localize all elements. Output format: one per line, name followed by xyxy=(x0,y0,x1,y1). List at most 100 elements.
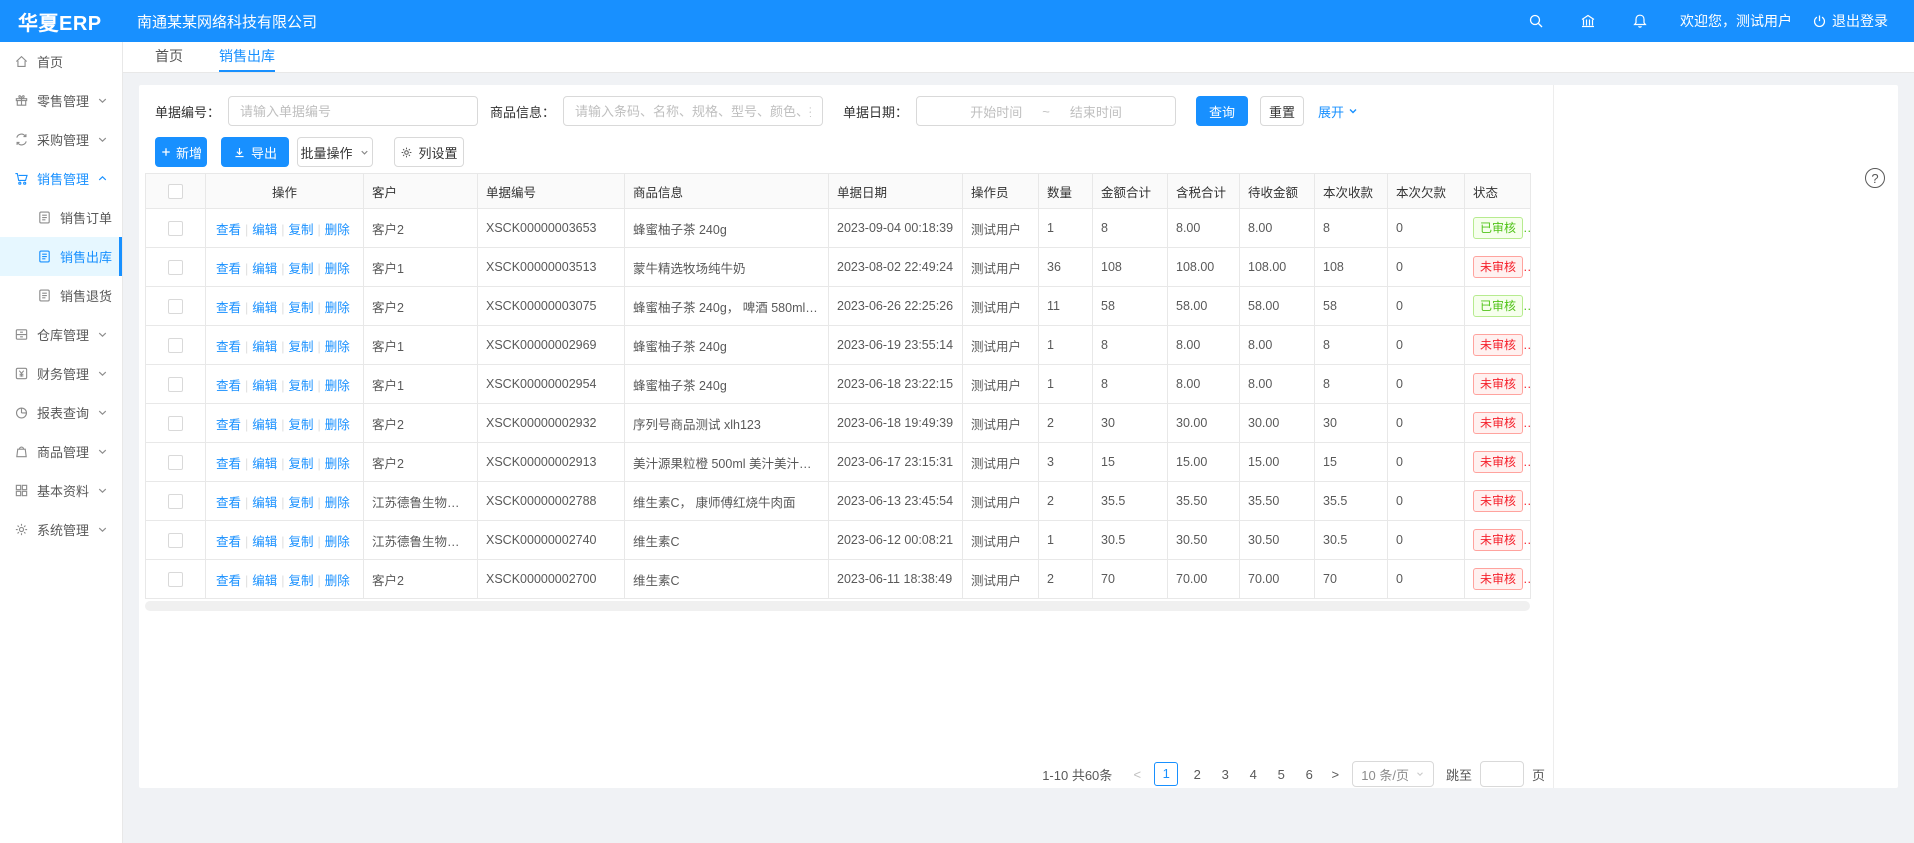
row-checkbox[interactable] xyxy=(168,260,183,275)
delete-link[interactable]: 删除 xyxy=(325,496,350,510)
product-info-input[interactable] xyxy=(563,96,823,126)
view-link[interactable]: 查看 xyxy=(216,301,241,315)
edit-link[interactable]: 编辑 xyxy=(252,496,277,510)
edit-link[interactable]: 编辑 xyxy=(252,574,277,588)
jump-to-input[interactable] xyxy=(1480,761,1524,787)
view-link[interactable]: 查看 xyxy=(216,379,241,393)
copy-link[interactable]: 复制 xyxy=(289,418,314,432)
view-link[interactable]: 查看 xyxy=(216,457,241,471)
prev-page-button[interactable]: < xyxy=(1128,767,1146,782)
column-settings-button[interactable]: 列设置 xyxy=(394,137,464,167)
link-separator: | xyxy=(281,223,284,237)
delete-link[interactable]: 删除 xyxy=(325,262,350,276)
date-range-picker[interactable]: 开始时间 ~ 结束时间 xyxy=(916,96,1176,126)
sidebar-item-零售管理[interactable]: 零售管理 xyxy=(0,81,122,120)
delete-link[interactable]: 删除 xyxy=(325,574,350,588)
delete-link[interactable]: 删除 xyxy=(325,535,350,549)
next-page-button[interactable]: > xyxy=(1326,767,1344,782)
sidebar-item-销售退货[interactable]: 销售退货 xyxy=(0,276,122,315)
row-checkbox[interactable] xyxy=(168,494,183,509)
sidebar-item-首页[interactable]: 首页 xyxy=(0,42,122,81)
page-size-select[interactable]: 10 条/页 xyxy=(1352,761,1434,787)
view-link[interactable]: 查看 xyxy=(216,574,241,588)
sidebar-item-销售订单[interactable]: 销售订单 xyxy=(0,198,122,237)
actions-cell: 查看|编辑|复制|删除 xyxy=(206,326,364,365)
copy-link[interactable]: 复制 xyxy=(289,301,314,315)
search-button[interactable]: 查询 xyxy=(1196,96,1248,126)
help-icon[interactable]: ? xyxy=(1865,168,1885,188)
export-button[interactable]: 导出 xyxy=(221,137,289,167)
table-row: 查看|编辑|复制|删除客户2XSCK00000003653蜂蜜柚子茶 240g2… xyxy=(146,209,1531,248)
edit-link[interactable]: 编辑 xyxy=(252,223,277,237)
edit-link[interactable]: 编辑 xyxy=(252,535,277,549)
row-checkbox[interactable] xyxy=(168,455,183,470)
copy-link[interactable]: 复制 xyxy=(289,379,314,393)
logout-button[interactable]: 退出登录 xyxy=(1812,11,1888,31)
copy-link[interactable]: 复制 xyxy=(289,535,314,549)
copy-link[interactable]: 复制 xyxy=(289,340,314,354)
edit-link[interactable]: 编辑 xyxy=(252,379,277,393)
delete-link[interactable]: 删除 xyxy=(325,418,350,432)
edit-link[interactable]: 编辑 xyxy=(252,418,277,432)
sidebar-item-仓库管理[interactable]: 仓库管理 xyxy=(0,315,122,354)
cell-operator: 测试用户 xyxy=(963,521,1039,560)
edit-link[interactable]: 编辑 xyxy=(252,457,277,471)
bill-no-input[interactable] xyxy=(228,96,478,126)
view-link[interactable]: 查看 xyxy=(216,223,241,237)
page-number-4[interactable]: 4 xyxy=(1244,767,1262,782)
sidebar-item-采购管理[interactable]: 采购管理 xyxy=(0,120,122,159)
page-number-2[interactable]: 2 xyxy=(1188,767,1206,782)
row-checkbox[interactable] xyxy=(168,299,183,314)
select-all-checkbox[interactable] xyxy=(168,184,183,199)
sidebar-item-销售管理[interactable]: 销售管理 xyxy=(0,159,122,198)
horizontal-scrollbar[interactable] xyxy=(145,601,1530,611)
edit-link[interactable]: 编辑 xyxy=(252,262,277,276)
copy-link[interactable]: 复制 xyxy=(289,223,314,237)
row-checkbox[interactable] xyxy=(168,416,183,431)
expand-link[interactable]: 展开 xyxy=(1318,102,1359,121)
row-checkbox[interactable] xyxy=(168,377,183,392)
sidebar-item-系统管理[interactable]: 系统管理 xyxy=(0,510,122,549)
copy-link[interactable]: 复制 xyxy=(289,457,314,471)
edit-link[interactable]: 编辑 xyxy=(252,301,277,315)
view-link[interactable]: 查看 xyxy=(216,418,241,432)
view-link[interactable]: 查看 xyxy=(216,262,241,276)
copy-link[interactable]: 复制 xyxy=(289,262,314,276)
page-number-1[interactable]: 1 xyxy=(1154,762,1178,786)
copy-link[interactable]: 复制 xyxy=(289,574,314,588)
copy-link[interactable]: 复制 xyxy=(289,496,314,510)
add-button[interactable]: 新增 xyxy=(155,137,207,167)
delete-link[interactable]: 删除 xyxy=(325,379,350,393)
view-link[interactable]: 查看 xyxy=(216,340,241,354)
edit-link[interactable]: 编辑 xyxy=(252,340,277,354)
bell-icon[interactable] xyxy=(1632,13,1648,29)
row-checkbox[interactable] xyxy=(168,533,183,548)
delete-link[interactable]: 删除 xyxy=(325,457,350,471)
search-icon[interactable] xyxy=(1528,13,1544,29)
row-checkbox[interactable] xyxy=(168,572,183,587)
reset-button[interactable]: 重置 xyxy=(1260,96,1304,126)
sidebar-item-商品管理[interactable]: 商品管理 xyxy=(0,432,122,471)
sidebar-item-财务管理[interactable]: 财务管理 xyxy=(0,354,122,393)
link-separator: | xyxy=(245,496,248,510)
page-number-6[interactable]: 6 xyxy=(1300,767,1318,782)
cell-debt: 0 xyxy=(1388,560,1465,599)
delete-link[interactable]: 删除 xyxy=(325,223,350,237)
view-link[interactable]: 查看 xyxy=(216,496,241,510)
delete-link[interactable]: 删除 xyxy=(325,340,350,354)
sidebar-item-基本资料[interactable]: 基本资料 xyxy=(0,471,122,510)
sidebar-item-报表查询[interactable]: 报表查询 xyxy=(0,393,122,432)
row-checkbox[interactable] xyxy=(168,221,183,236)
tab-sales-outbound[interactable]: 销售出库 xyxy=(219,42,275,72)
view-link[interactable]: 查看 xyxy=(216,535,241,549)
delete-link[interactable]: 删除 xyxy=(325,301,350,315)
page-number-5[interactable]: 5 xyxy=(1272,767,1290,782)
tab-home[interactable]: 首页 xyxy=(155,42,183,72)
sidebar-item-销售出库[interactable]: 销售出库 xyxy=(0,237,122,276)
bank-icon[interactable] xyxy=(1580,13,1596,29)
page-number-3[interactable]: 3 xyxy=(1216,767,1234,782)
cell-customer: 客户2 xyxy=(364,560,478,599)
chevron-down-icon xyxy=(1347,105,1359,117)
row-checkbox[interactable] xyxy=(168,338,183,353)
batch-actions-button[interactable]: 批量操作 xyxy=(297,137,373,167)
